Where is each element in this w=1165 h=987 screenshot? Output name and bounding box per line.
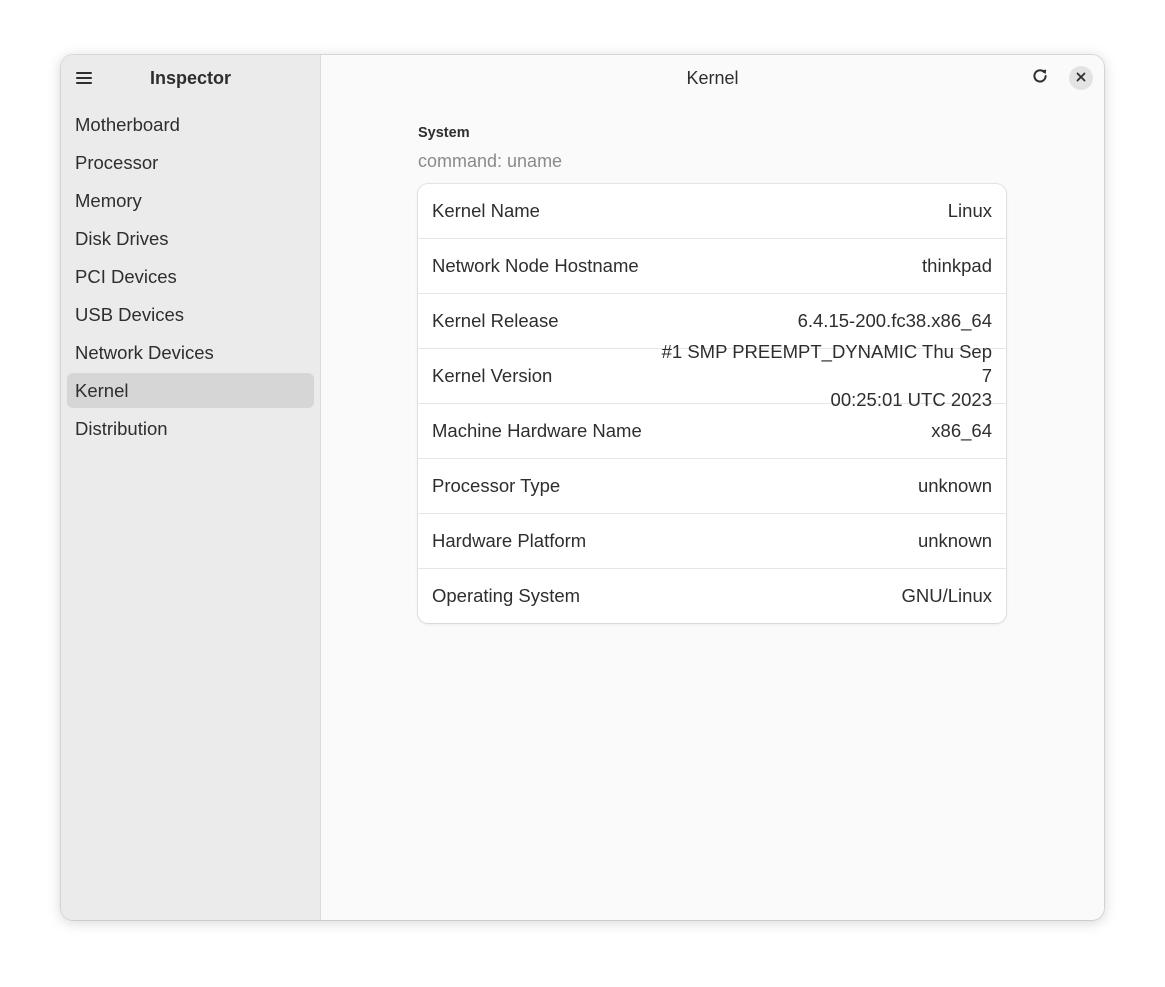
property-row-network-node-hostname: Network Node Hostname thinkpad xyxy=(418,239,1006,294)
property-row-kernel-name: Kernel Name Linux xyxy=(418,184,1006,239)
sidebar-header: Inspector xyxy=(61,55,320,102)
property-label: Kernel Release xyxy=(432,310,559,331)
sidebar-item-motherboard[interactable]: Motherboard xyxy=(67,107,314,142)
property-value: #1 SMP PREEMPT_DYNAMIC Thu Sep 7 00:25:0… xyxy=(661,341,992,410)
close-icon xyxy=(1076,69,1086,87)
sidebar-item-network-devices[interactable]: Network Devices xyxy=(67,335,314,370)
header-bar: Kernel xyxy=(321,55,1104,102)
property-value: GNU/Linux xyxy=(901,585,992,606)
property-label: Network Node Hostname xyxy=(432,255,639,276)
property-row-operating-system: Operating System GNU/Linux xyxy=(418,569,1006,623)
sidebar-item-processor[interactable]: Processor xyxy=(67,145,314,180)
properties-list: Kernel Name Linux Network Node Hostname … xyxy=(418,184,1006,623)
section-title: System xyxy=(418,125,470,141)
property-row-kernel-version: Kernel Version #1 SMP PREEMPT_DYNAMIC Th… xyxy=(418,341,1006,410)
sidebar-item-pci-devices[interactable]: PCI Devices xyxy=(67,259,314,294)
property-value: unknown xyxy=(917,475,992,496)
close-button[interactable] xyxy=(1069,66,1093,90)
property-row-machine-hardware-name: Machine Hardware Name x86_64 xyxy=(418,404,1006,459)
property-value: 6.4.15-200.fc38.x86_64 xyxy=(797,310,992,331)
refresh-icon xyxy=(1031,67,1049,90)
property-row-hardware-platform: Hardware Platform unknown xyxy=(418,514,1006,569)
property-label: Kernel Version xyxy=(432,365,553,386)
section-subtitle: command: uname xyxy=(418,151,563,171)
sidebar-title: Inspector xyxy=(149,68,232,88)
sidebar-item-distribution[interactable]: Distribution xyxy=(67,411,314,446)
system-section: System command: uname Kernel Name Linux … xyxy=(418,125,1006,623)
sidebar: Inspector Motherboard Processor Memory D… xyxy=(61,55,321,920)
property-value: x86_64 xyxy=(931,420,992,441)
property-value: unknown xyxy=(917,530,992,551)
property-label: Hardware Platform xyxy=(432,530,587,551)
property-row-processor-type: Processor Type unknown xyxy=(418,459,1006,514)
sidebar-item-memory[interactable]: Memory xyxy=(67,183,314,218)
sidebar-item-disk-drives[interactable]: Disk Drives xyxy=(67,221,314,256)
app-window: Inspector Motherboard Processor Memory D… xyxy=(61,55,1104,920)
property-value: Linux xyxy=(947,200,992,221)
property-label: Kernel Name xyxy=(432,200,540,221)
sidebar-item-kernel[interactable]: Kernel xyxy=(67,373,314,408)
sidebar-item-usb-devices[interactable]: USB Devices xyxy=(67,297,314,332)
page-title: Kernel xyxy=(686,68,739,88)
property-label: Machine Hardware Name xyxy=(432,420,642,441)
property-value: thinkpad xyxy=(922,255,992,276)
main-content: Kernel System command: uname Kernel Name… xyxy=(321,55,1104,920)
property-label: Operating System xyxy=(432,585,581,606)
sidebar-nav: Motherboard Processor Memory Disk Drives… xyxy=(61,107,320,449)
property-label: Processor Type xyxy=(432,475,561,496)
refresh-button[interactable] xyxy=(1026,64,1054,92)
